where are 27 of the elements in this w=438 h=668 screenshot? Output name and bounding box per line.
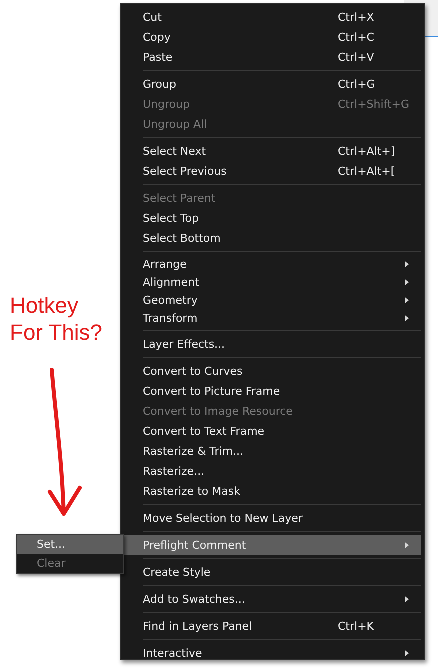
menu-item[interactable]: Alignment <box>121 273 421 291</box>
menu-item[interactable]: Create Style <box>121 562 421 582</box>
menu-item[interactable]: Convert to Text Frame <box>121 421 421 441</box>
menu-item[interactable]: Convert to Picture Frame <box>121 381 421 401</box>
menu-item[interactable]: Transform <box>121 309 421 327</box>
menu-item[interactable]: Convert to Curves <box>121 361 421 381</box>
menu-item[interactable]: Arrange <box>121 255 421 273</box>
menu-item[interactable]: Cut Ctrl+X <box>121 7 421 27</box>
menu-item[interactable]: Find in Layers Panel Ctrl+K <box>121 616 421 636</box>
menu-item[interactable]: Add to Swatches... <box>121 589 421 609</box>
menu-item[interactable]: Preflight Comment <box>121 535 421 555</box>
menu-item[interactable]: Geometry <box>121 291 421 309</box>
menu-item[interactable]: Select Previous Ctrl+Alt+[ <box>121 161 421 181</box>
menu-item[interactable]: Copy Ctrl+C <box>121 27 421 47</box>
annotation-text: Hotkey For This? <box>10 292 104 346</box>
menu-item[interactable]: Set... <box>17 535 123 554</box>
menu-item[interactable]: Select Bottom <box>121 228 421 248</box>
menu-item[interactable]: Rasterize to Mask <box>121 481 421 501</box>
menu-item[interactable]: Group Ctrl+G <box>121 74 421 94</box>
menu-item[interactable]: Interactive <box>121 643 421 663</box>
menu-item[interactable]: Move Selection to New Layer <box>121 508 421 528</box>
menu-item[interactable]: Select Top <box>121 208 421 228</box>
menu-item[interactable]: Rasterize... <box>121 461 421 481</box>
menu-item[interactable]: Layer Effects... <box>121 334 421 354</box>
menu-item[interactable]: Rasterize & Trim... <box>121 441 421 461</box>
menu-item[interactable]: Select Next Ctrl+Alt+] <box>121 141 421 161</box>
menu-item[interactable]: Paste Ctrl+V <box>121 47 421 67</box>
